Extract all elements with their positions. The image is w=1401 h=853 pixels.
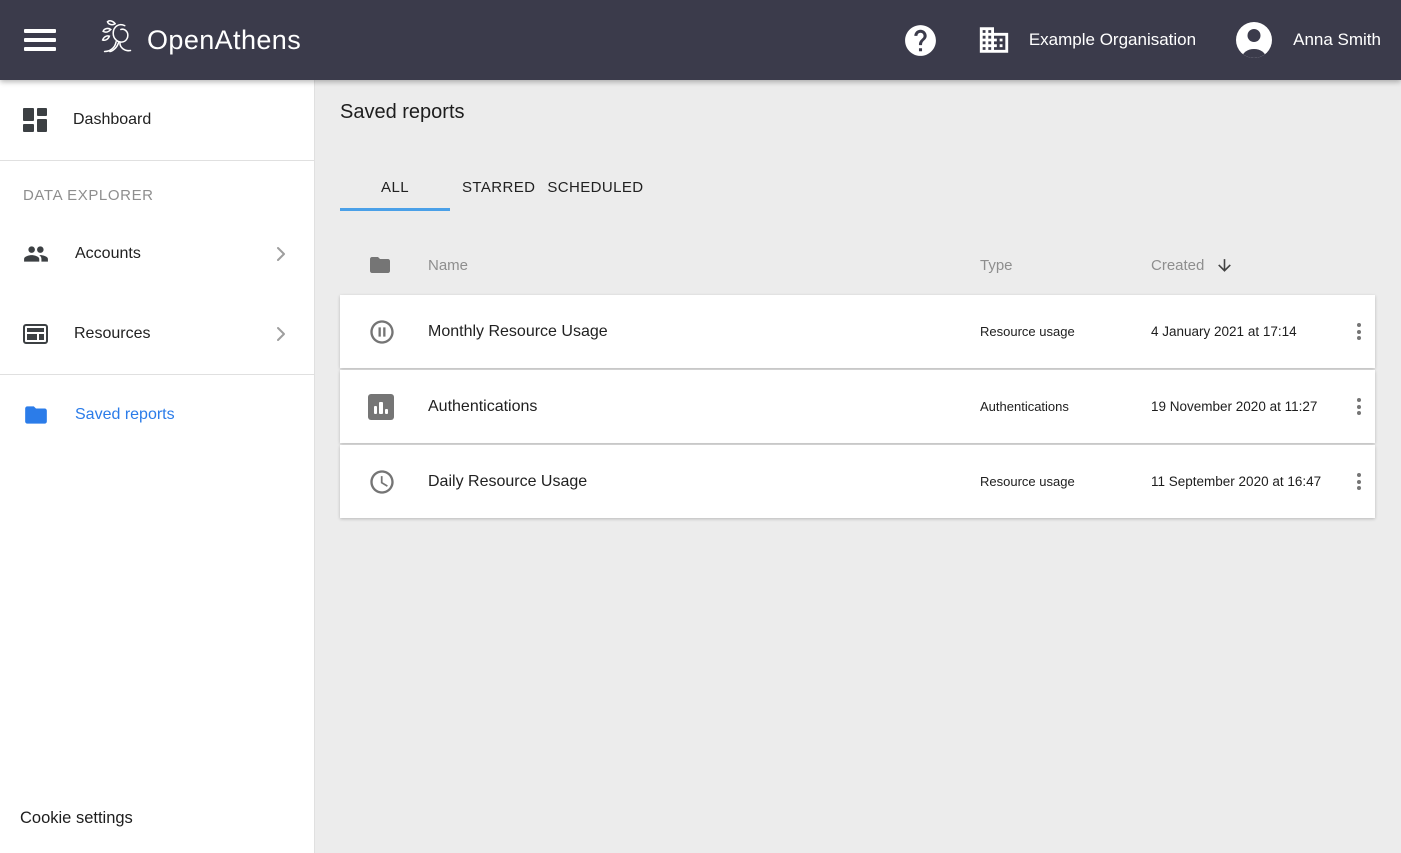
- organisation-switcher[interactable]: Example Organisation: [977, 23, 1196, 57]
- report-created: 19 November 2020 at 11:27: [1151, 399, 1343, 414]
- cookie-settings-link[interactable]: Cookie settings: [20, 809, 133, 828]
- brand-name: OpenAthens: [147, 25, 301, 56]
- report-type: Authentications: [980, 399, 1151, 414]
- sidebar-item-resources[interactable]: Resources: [0, 294, 314, 374]
- tab-label: SCHEDULED: [547, 179, 643, 196]
- hamburger-menu-icon[interactable]: [24, 29, 56, 51]
- tab-label: ALL: [381, 179, 409, 196]
- sidebar-item-saved-reports[interactable]: Saved reports: [0, 375, 314, 455]
- pause-circle-icon: [368, 318, 396, 346]
- row-icon-cell: [340, 468, 428, 496]
- column-header-created[interactable]: Created: [1151, 256, 1343, 275]
- chevron-right-icon[interactable]: [269, 242, 293, 266]
- table-header: Name Type Created: [340, 235, 1375, 295]
- folder-icon: [368, 253, 392, 277]
- user-name: Anna Smith: [1293, 30, 1381, 50]
- folder-icon: [23, 402, 49, 428]
- column-header-name: Name: [428, 257, 980, 274]
- openathens-flourish-icon: [95, 17, 141, 63]
- row-icon-cell: [340, 394, 428, 420]
- sidebar-item-dashboard[interactable]: Dashboard: [0, 80, 314, 160]
- tab-bar: ALL STARRED SCHEDULED: [340, 163, 1375, 211]
- bar-chart-icon: [368, 394, 394, 420]
- topbar: OpenAthens Example Organisation Anna Smi…: [0, 0, 1401, 80]
- sidebar-item-label: Resources: [74, 325, 150, 343]
- report-name: Daily Resource Usage: [428, 473, 980, 491]
- sidebar-item-accounts[interactable]: Accounts: [0, 214, 314, 294]
- organisation-name: Example Organisation: [1029, 30, 1196, 50]
- report-created: 11 September 2020 at 16:47: [1151, 474, 1343, 489]
- arrow-down-icon: [1215, 256, 1234, 275]
- table-row[interactable]: Monthly Resource Usage Resource usage 4 …: [340, 295, 1375, 368]
- tab-all[interactable]: ALL: [340, 163, 450, 211]
- sidebar-item-label: Dashboard: [73, 111, 151, 129]
- tab-scheduled[interactable]: SCHEDULED: [547, 163, 643, 211]
- table-row[interactable]: Daily Resource Usage Resource usage 11 S…: [340, 445, 1375, 518]
- sidebar-section-label: DATA EXPLORER: [0, 161, 314, 214]
- report-name: Monthly Resource Usage: [428, 323, 980, 341]
- building-icon: [977, 23, 1011, 57]
- column-header-type: Type: [980, 257, 1151, 274]
- row-menu-kebab-icon[interactable]: [1353, 394, 1365, 419]
- column-header-created-label: Created: [1151, 257, 1204, 274]
- header-folder-cell: [340, 253, 428, 277]
- people-icon: [23, 241, 49, 267]
- help-icon[interactable]: [902, 22, 939, 59]
- sidebar-item-label: Saved reports: [75, 406, 175, 424]
- tab-label: STARRED: [462, 179, 535, 196]
- brand-logo[interactable]: OpenAthens: [95, 17, 301, 63]
- tab-starred[interactable]: STARRED: [462, 163, 535, 211]
- web-grid-icon: [23, 324, 48, 344]
- row-icon-cell: [340, 318, 428, 346]
- report-type: Resource usage: [980, 324, 1151, 339]
- row-menu-kebab-icon[interactable]: [1353, 319, 1365, 344]
- report-type: Resource usage: [980, 474, 1151, 489]
- user-menu[interactable]: Anna Smith: [1236, 22, 1381, 58]
- sidebar-item-label: Accounts: [75, 245, 141, 263]
- report-name: Authentications: [428, 398, 980, 416]
- clock-icon: [368, 468, 396, 496]
- main-content: Saved reports ALL STARRED SCHEDULED Name…: [316, 80, 1401, 853]
- chevron-right-icon[interactable]: [269, 322, 293, 346]
- table-row[interactable]: Authentications Authentications 19 Novem…: [340, 370, 1375, 443]
- dashboard-icon: [23, 108, 47, 132]
- page-title: Saved reports: [340, 100, 1375, 124]
- report-created: 4 January 2021 at 17:14: [1151, 324, 1343, 339]
- avatar-icon: [1236, 22, 1272, 58]
- sidebar: Dashboard DATA EXPLORER Accounts Resourc…: [0, 80, 315, 853]
- topbar-right: Example Organisation Anna Smith: [902, 22, 1381, 59]
- row-menu-kebab-icon[interactable]: [1353, 469, 1365, 494]
